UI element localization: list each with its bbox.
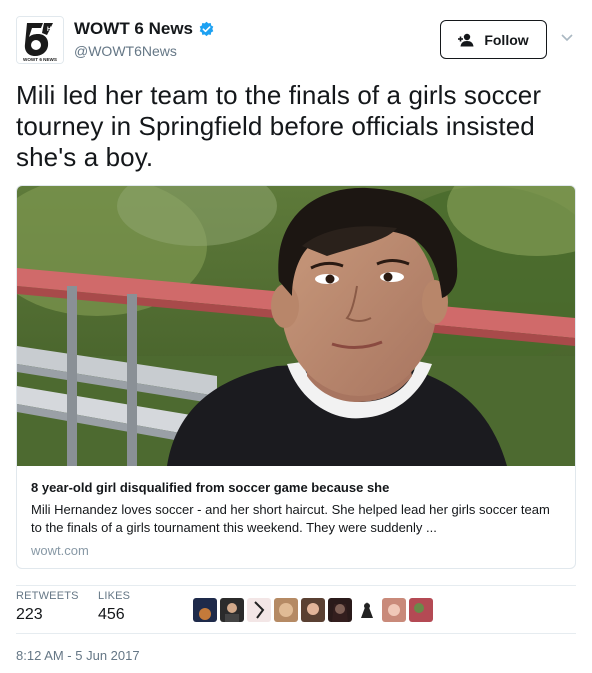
tweet-text: Mili led her team to the finals of a gir…: [16, 80, 542, 172]
liker-avatar[interactable]: [328, 598, 352, 622]
liker-avatar[interactable]: [220, 598, 244, 622]
display-name[interactable]: WOWT 6 News: [74, 18, 215, 40]
liker-avatar[interactable]: [409, 598, 433, 622]
stats-divider-top: [16, 585, 576, 586]
account-handle[interactable]: @WOWT6News: [74, 43, 215, 59]
verified-badge-icon: [198, 21, 215, 38]
wowt-logo-icon: HD WOWT 6 NEWS: [17, 17, 63, 63]
card-title[interactable]: 8 year-old girl disqualified from soccer…: [31, 479, 561, 497]
likes-stat[interactable]: LIKES 456: [98, 590, 130, 624]
tweet-stats: RETWEETS 223 LIKES 456: [16, 590, 576, 630]
likers-avatars: [193, 598, 433, 622]
liker-avatar[interactable]: [274, 598, 298, 622]
display-name-text[interactable]: WOWT 6 News: [74, 19, 193, 39]
svg-text:HD: HD: [47, 27, 56, 33]
retweets-stat[interactable]: RETWEETS 223: [16, 590, 79, 624]
tweet-header: HD WOWT 6 NEWS WOWT 6 News @WOWT6News Fo…: [16, 16, 576, 66]
link-card[interactable]: 8 year-old girl disqualified from soccer…: [16, 185, 576, 569]
liker-avatar[interactable]: [247, 598, 271, 622]
card-photo-image: [17, 186, 575, 466]
likes-count: 456: [98, 606, 125, 623]
liker-avatar[interactable]: [382, 598, 406, 622]
card-body[interactable]: 8 year-old girl disqualified from soccer…: [31, 479, 561, 558]
liker-avatar[interactable]: [193, 598, 217, 622]
follow-button[interactable]: Follow: [440, 20, 547, 59]
account-names: WOWT 6 News @WOWT6News: [74, 18, 215, 59]
add-user-icon: [458, 33, 478, 47]
liker-avatar[interactable]: [301, 598, 325, 622]
svg-text:WOWT 6 NEWS: WOWT 6 NEWS: [23, 57, 57, 62]
chevron-down-icon[interactable]: [560, 30, 574, 42]
follow-button-label: Follow: [484, 31, 529, 48]
likes-label: LIKES: [98, 590, 131, 602]
stats-divider-bottom: [16, 633, 576, 634]
liker-avatar[interactable]: [355, 598, 379, 622]
retweets-label: RETWEETS: [16, 590, 79, 602]
retweets-count: 223: [16, 606, 43, 623]
card-domain[interactable]: wowt.com: [31, 543, 561, 558]
avatar[interactable]: HD WOWT 6 NEWS: [16, 16, 64, 64]
card-description: Mili Hernandez loves soccer - and her sh…: [31, 502, 550, 535]
card-image[interactable]: [17, 186, 575, 466]
tweet-timestamp[interactable]: 8:12 AM - 5 Jun 2017: [16, 648, 140, 663]
